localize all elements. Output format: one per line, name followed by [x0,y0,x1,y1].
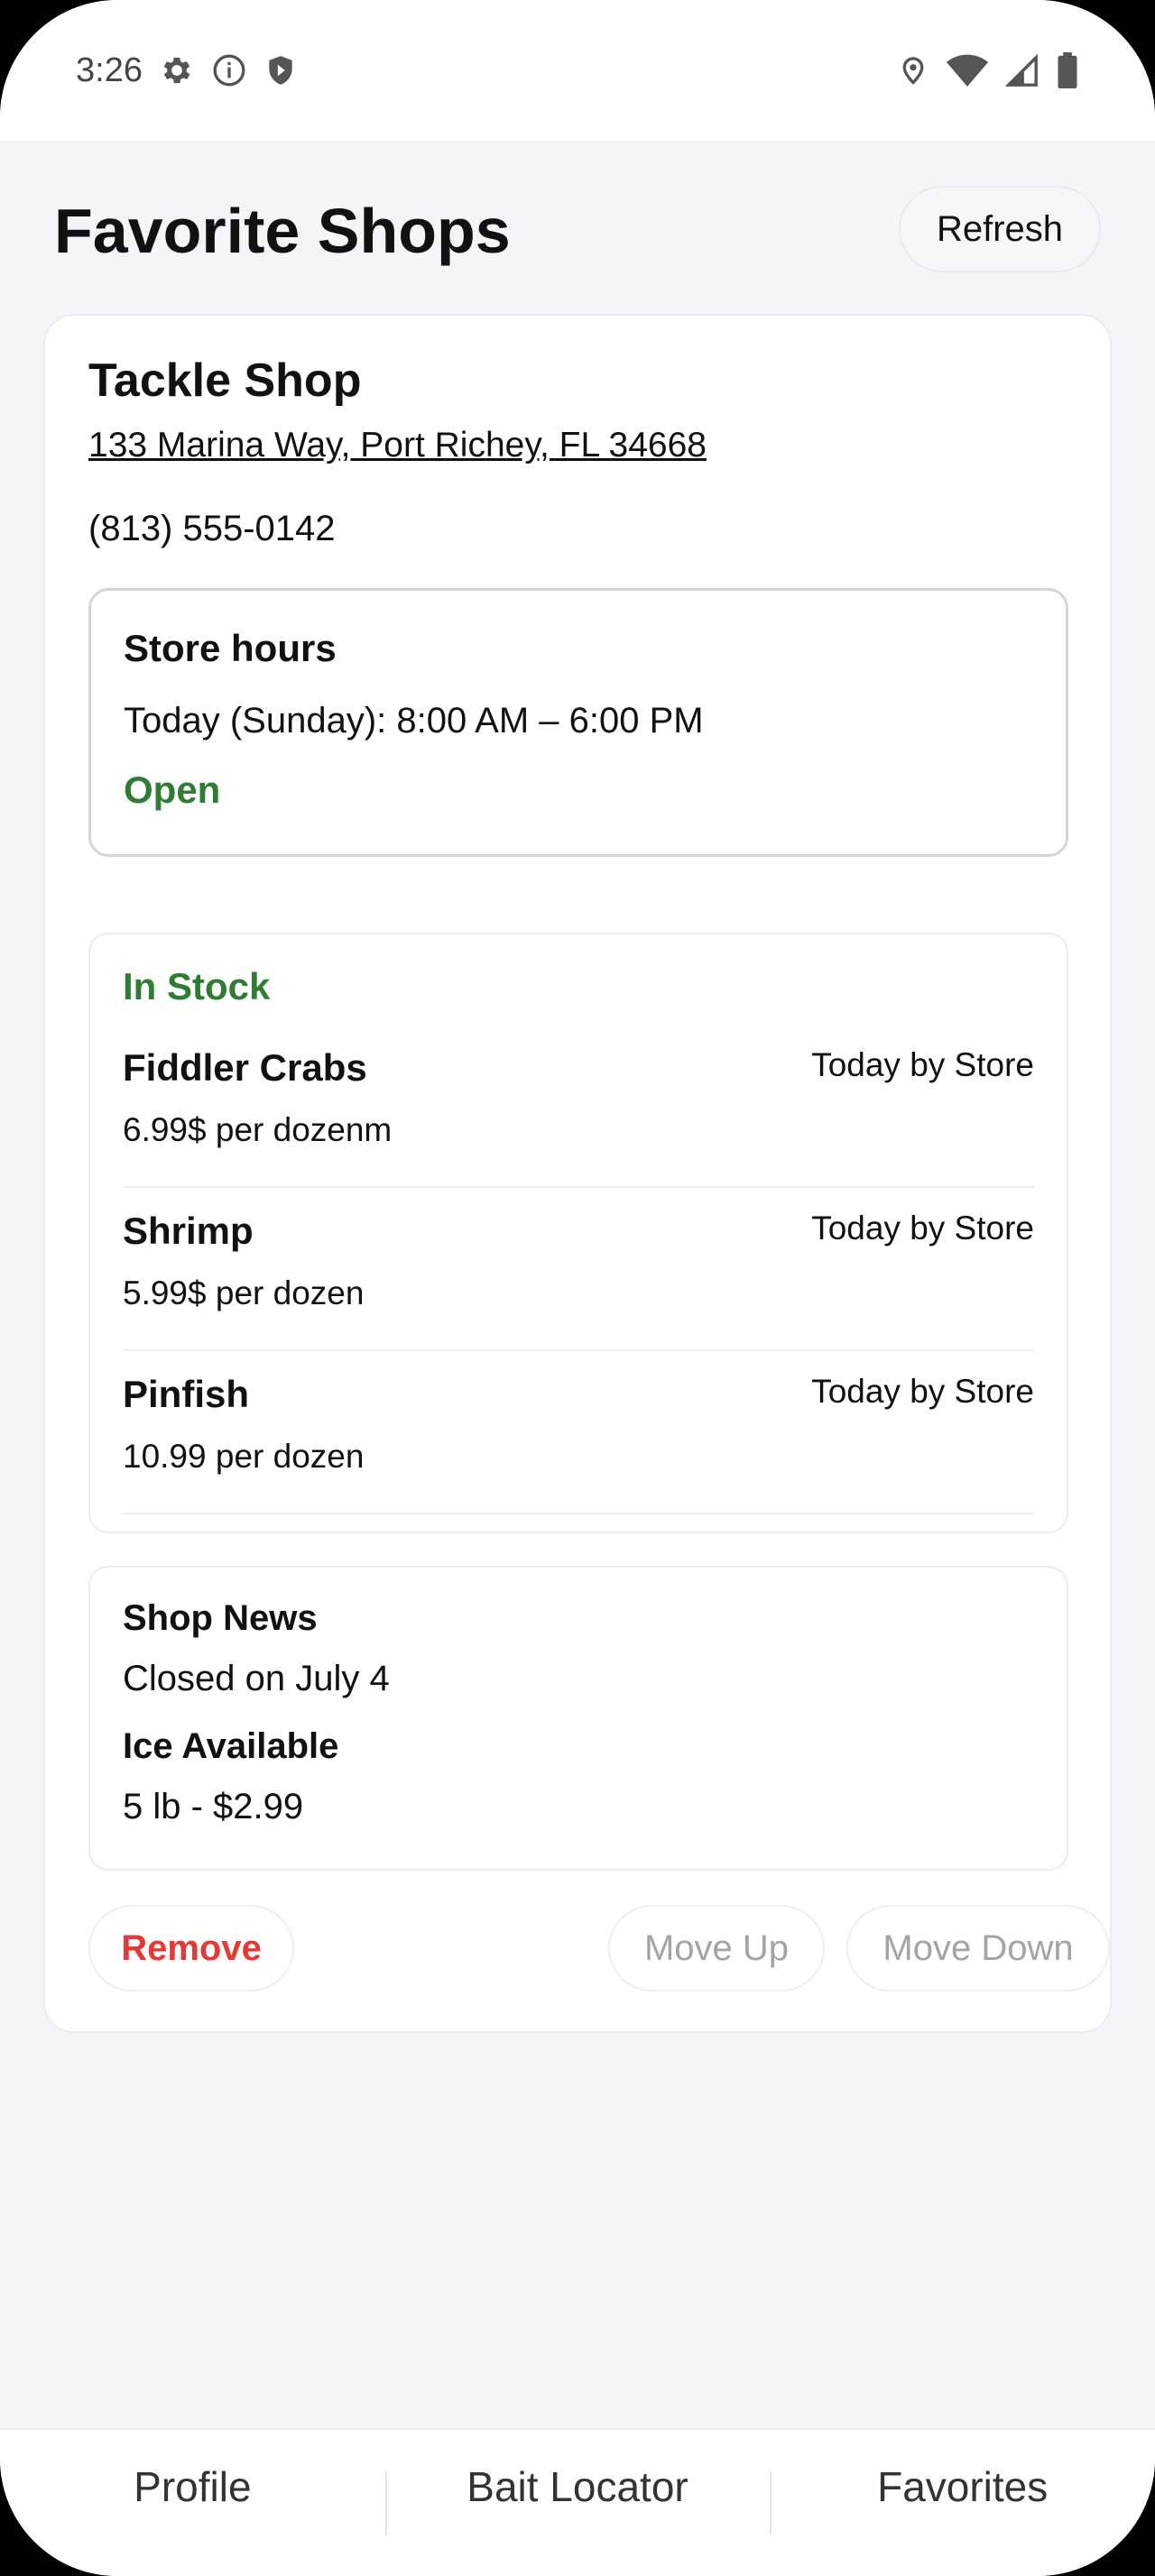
status-bar-right [897,51,1079,89]
in-stock-title: In Stock [123,965,271,1007]
store-hours-title: Store hours [124,627,337,669]
stock-item-source: Today by Store [811,1046,1034,1083]
app-header: Favorite Shops Refresh [0,141,1155,312]
shop-news-heading: Shop News [123,1598,318,1638]
gear-icon [159,52,195,88]
ice-available-text: 5 lb - $2.99 [123,1787,304,1826]
nav-item-profile[interactable]: Profile [0,2430,385,2576]
stock-item-price: 10.99 per dozen [123,1438,365,1475]
store-open-status: Open [124,768,221,811]
stock-item-name: Pinfish [123,1373,250,1415]
store-hours-today: Today (Sunday): 8:00 AM – 6:00 PM [124,701,704,741]
stock-item-price: 6.99$ per dozenm [123,1111,393,1148]
nav-item-favorites[interactable]: Favorites [770,2430,1155,2576]
shop-actions: Remove Move Up Move Down [88,1905,1110,1992]
stock-item-row: Pinfish 10.99 per dozen Today by Store [123,1351,1034,1514]
shop-card: Tackle Shop 133 Marina Way, Port Richey,… [43,314,1112,2033]
stock-item-row: Fiddler Crabs 6.99$ per dozenm Today by … [123,1025,1034,1188]
stock-item-source: Today by Store [811,1210,1034,1247]
shop-phone: (813) 555-0142 [88,509,336,548]
battery-icon [1056,51,1079,89]
shop-name: Tackle Shop [88,354,362,407]
remove-button[interactable]: Remove [88,1905,294,1992]
stock-item-price: 5.99$ per dozen [123,1274,365,1311]
move-up-button[interactable]: Move Up [608,1905,825,1992]
shop-news-box: Shop News Closed on July 4 Ice Available… [88,1566,1068,1871]
status-time: 3:26 [76,51,143,89]
move-down-button[interactable]: Move Down [846,1905,1110,1992]
stock-item-name: Fiddler Crabs [123,1046,367,1089]
ice-available-heading: Ice Available [123,1726,339,1766]
phone-screen: 3:26 Favorite Shops Refresh Tackle Shop … [0,0,1155,2576]
bottom-nav: Profile Bait Locator Favorites [0,2428,1155,2576]
status-bar: 3:26 [0,0,1155,141]
location-pin-icon [897,52,929,88]
status-bar-left: 3:26 [76,51,298,90]
wifi-icon [946,52,989,88]
shield-icon [263,52,298,88]
cell-signal-icon [1005,52,1040,88]
stock-item-name: Shrimp [123,1210,254,1252]
nav-item-bait-locator[interactable]: Bait Locator [384,2430,771,2576]
refresh-button[interactable]: Refresh [899,186,1101,272]
in-stock-box: In Stock Fiddler Crabs 6.99$ per dozenm … [88,933,1068,1533]
shop-news-text: Closed on July 4 [123,1659,390,1698]
stock-item-source: Today by Store [811,1373,1034,1410]
page-title: Favorite Shops [54,196,511,266]
stock-item-row: Shrimp 5.99$ per dozen Today by Store [123,1188,1034,1351]
store-hours-box: Store hours Today (Sunday): 8:00 AM – 6:… [88,588,1068,857]
info-icon [211,52,247,88]
shop-address-link[interactable]: 133 Marina Way, Port Richey, FL 34668 [88,426,707,465]
